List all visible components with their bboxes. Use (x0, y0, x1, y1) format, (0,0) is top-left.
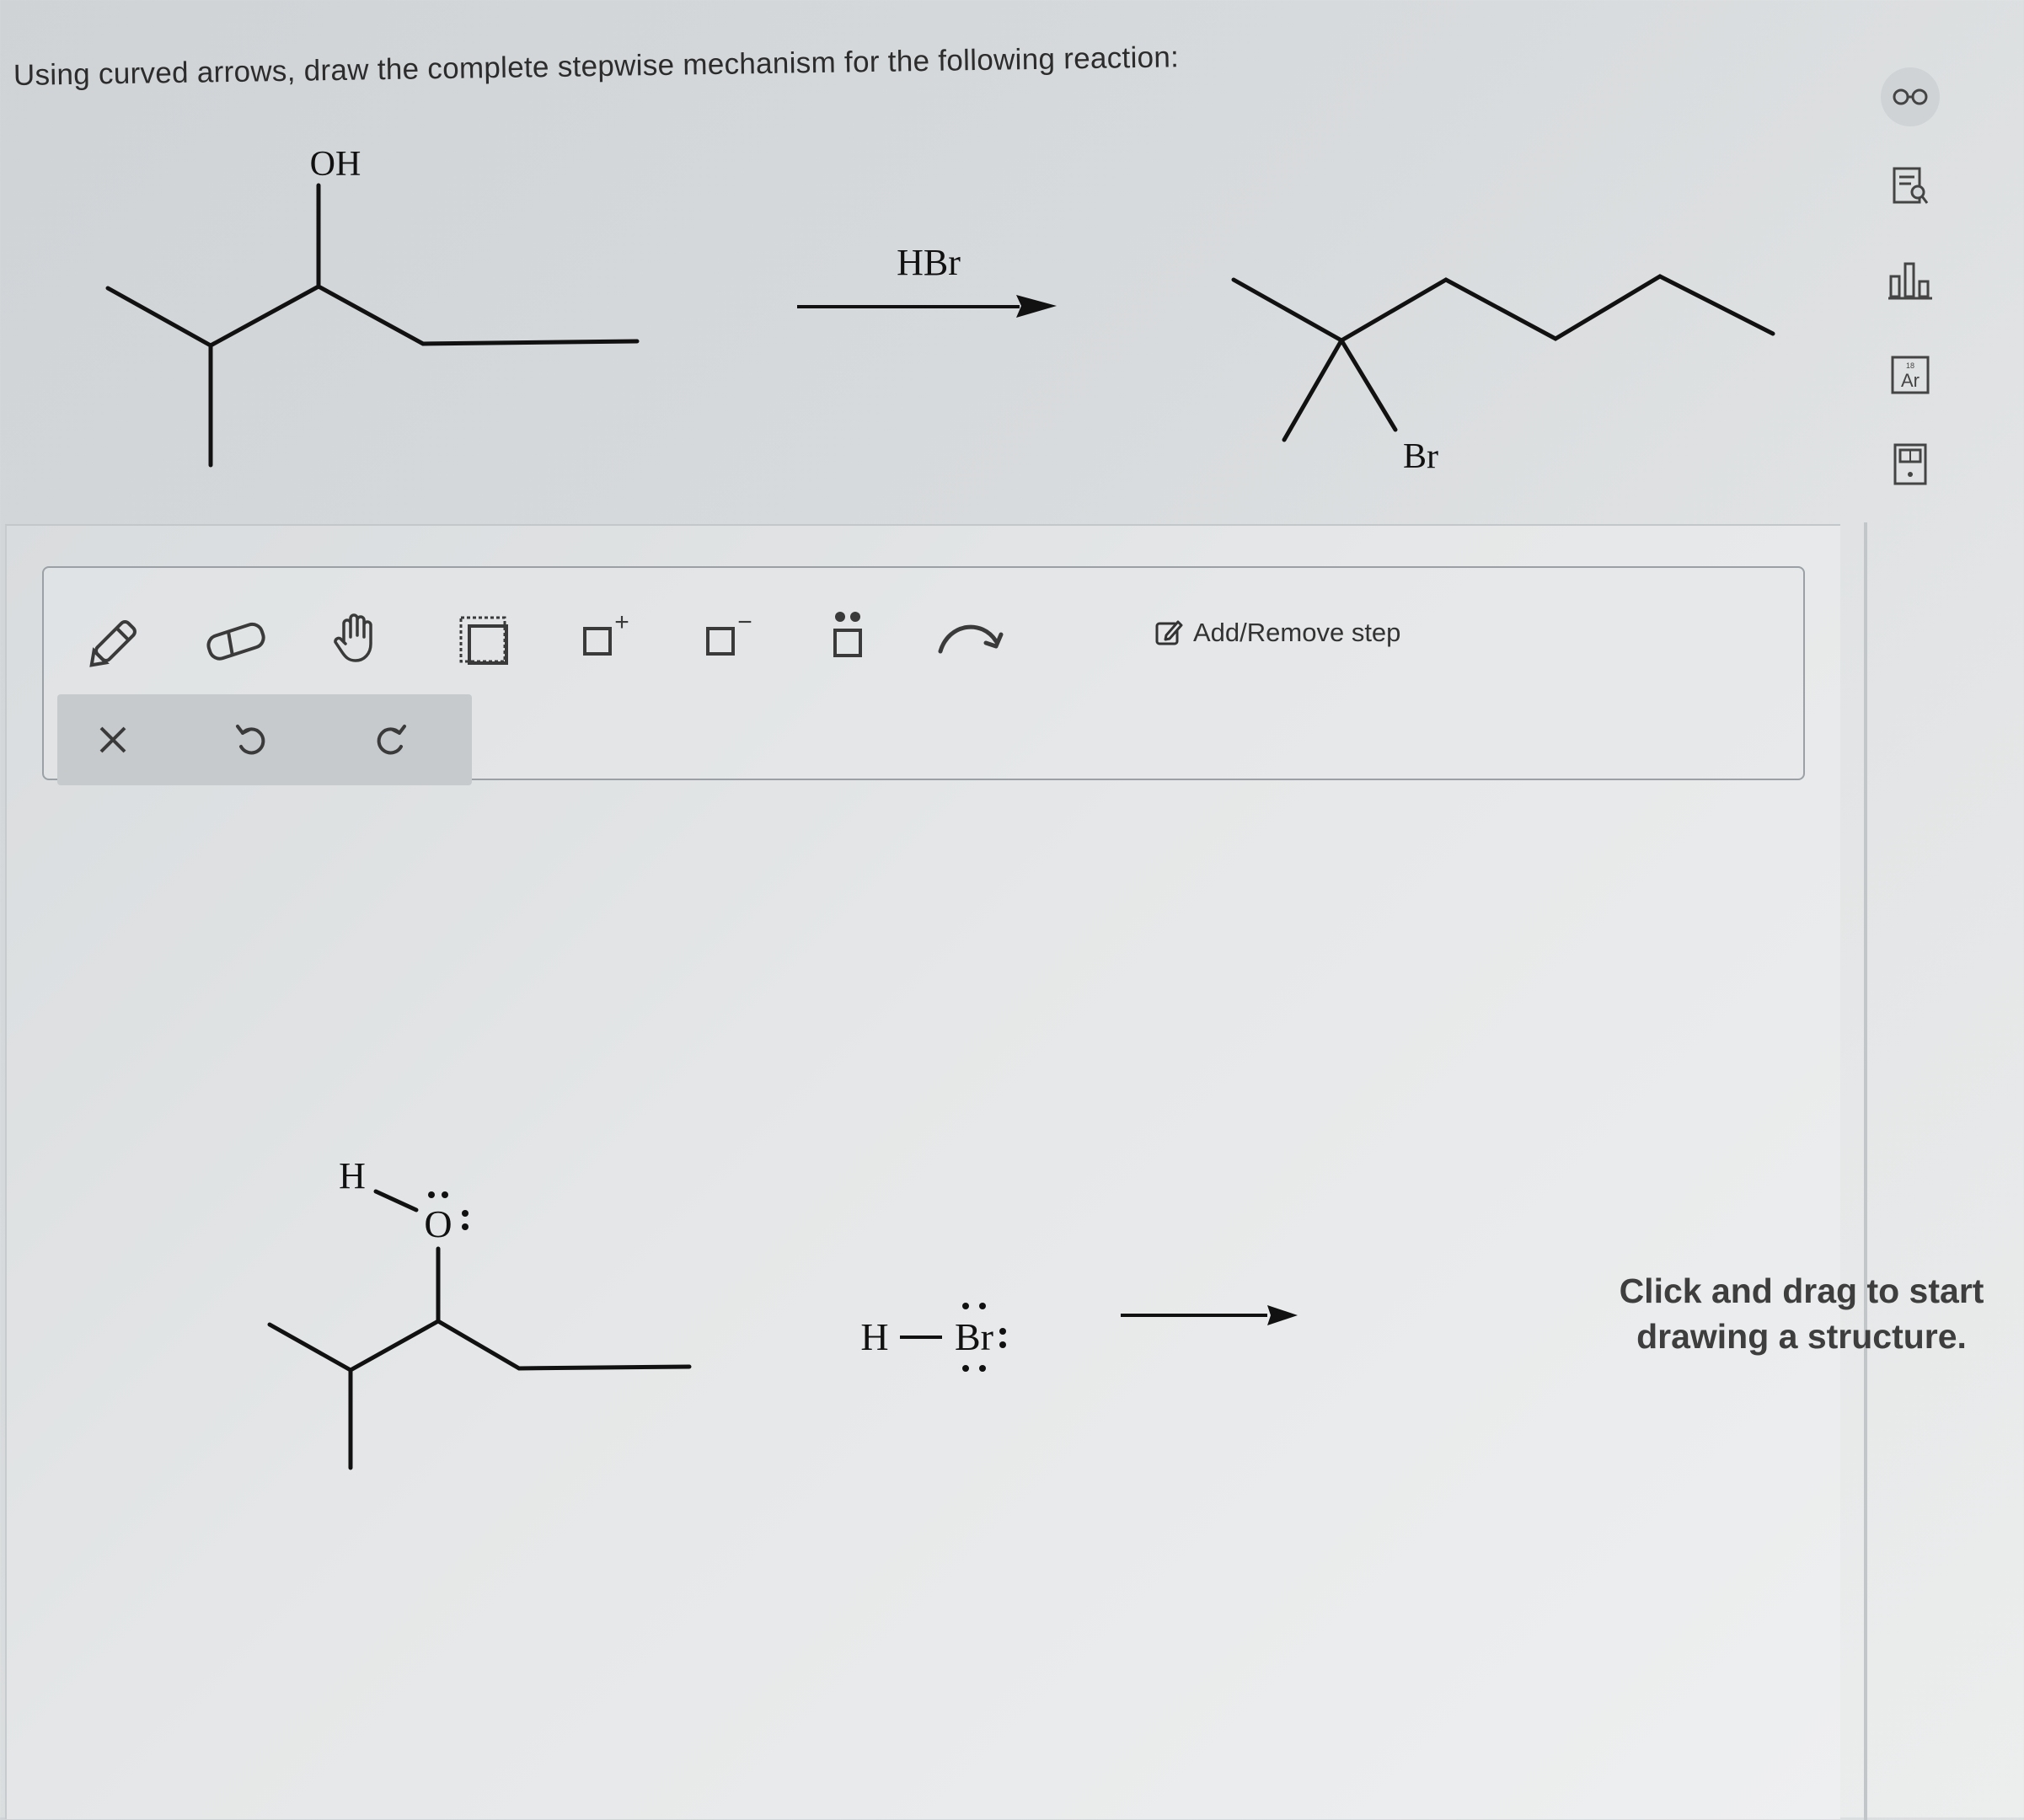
positive-charge-icon[interactable]: + (570, 600, 645, 676)
clear-icon[interactable] (79, 706, 147, 774)
add-remove-step-button[interactable]: Add/Remove step (1154, 612, 1400, 654)
hand-icon[interactable] (320, 600, 396, 676)
drawing-hint-line1: Click and drag to start (1619, 1271, 1984, 1310)
question-text: Using curved arrows, draw the complete s… (13, 40, 1180, 92)
drawing-toolbar: + − Add/Remove step (42, 566, 1805, 785)
lone-pair-icon[interactable] (811, 600, 886, 676)
undo-icon[interactable] (217, 706, 285, 774)
periodic-table-icon[interactable]: Ar 18 (1881, 345, 1940, 404)
negative-mark: − (737, 608, 752, 636)
edit-icon (1155, 620, 1183, 645)
selection-box-icon[interactable] (447, 603, 522, 679)
calculator-icon[interactable] (1881, 435, 1940, 494)
reaction-scheme: OH HBr Br (105, 145, 1775, 476)
periodic-table-icon-text: Ar (1901, 370, 1920, 391)
reactant-oh-label: OH (310, 145, 361, 184)
pencil-icon[interactable] (78, 603, 153, 679)
positive-mark: + (614, 608, 629, 636)
bar-chart-icon[interactable] (1881, 251, 1940, 310)
svg-text:18: 18 (1906, 361, 1914, 370)
drawing-hint: Click and drag to start drawing a struct… (1582, 1268, 2021, 1359)
product-br-label: Br (1403, 437, 1438, 476)
curved-arrow-icon[interactable] (932, 600, 1008, 676)
redo-icon[interactable] (357, 706, 425, 774)
edit-controls-bar (57, 694, 472, 785)
reaction-arrow (797, 295, 1057, 318)
add-remove-step-label: Add/Remove step (1193, 618, 1401, 647)
product-structure (1231, 274, 1775, 442)
document-search-icon[interactable] (1881, 157, 1940, 216)
reagent-label: HBr (897, 242, 961, 283)
workspace-divider (1864, 522, 1867, 1820)
side-tool-strip: Ar 18 (1862, 51, 1955, 522)
glasses-icon[interactable] (1881, 67, 1940, 126)
drawing-hint-line2: drawing a structure. (1636, 1317, 1967, 1356)
negative-charge-icon[interactable]: − (693, 600, 768, 676)
eraser-icon[interactable] (199, 603, 275, 679)
reactant-structure (105, 183, 640, 468)
